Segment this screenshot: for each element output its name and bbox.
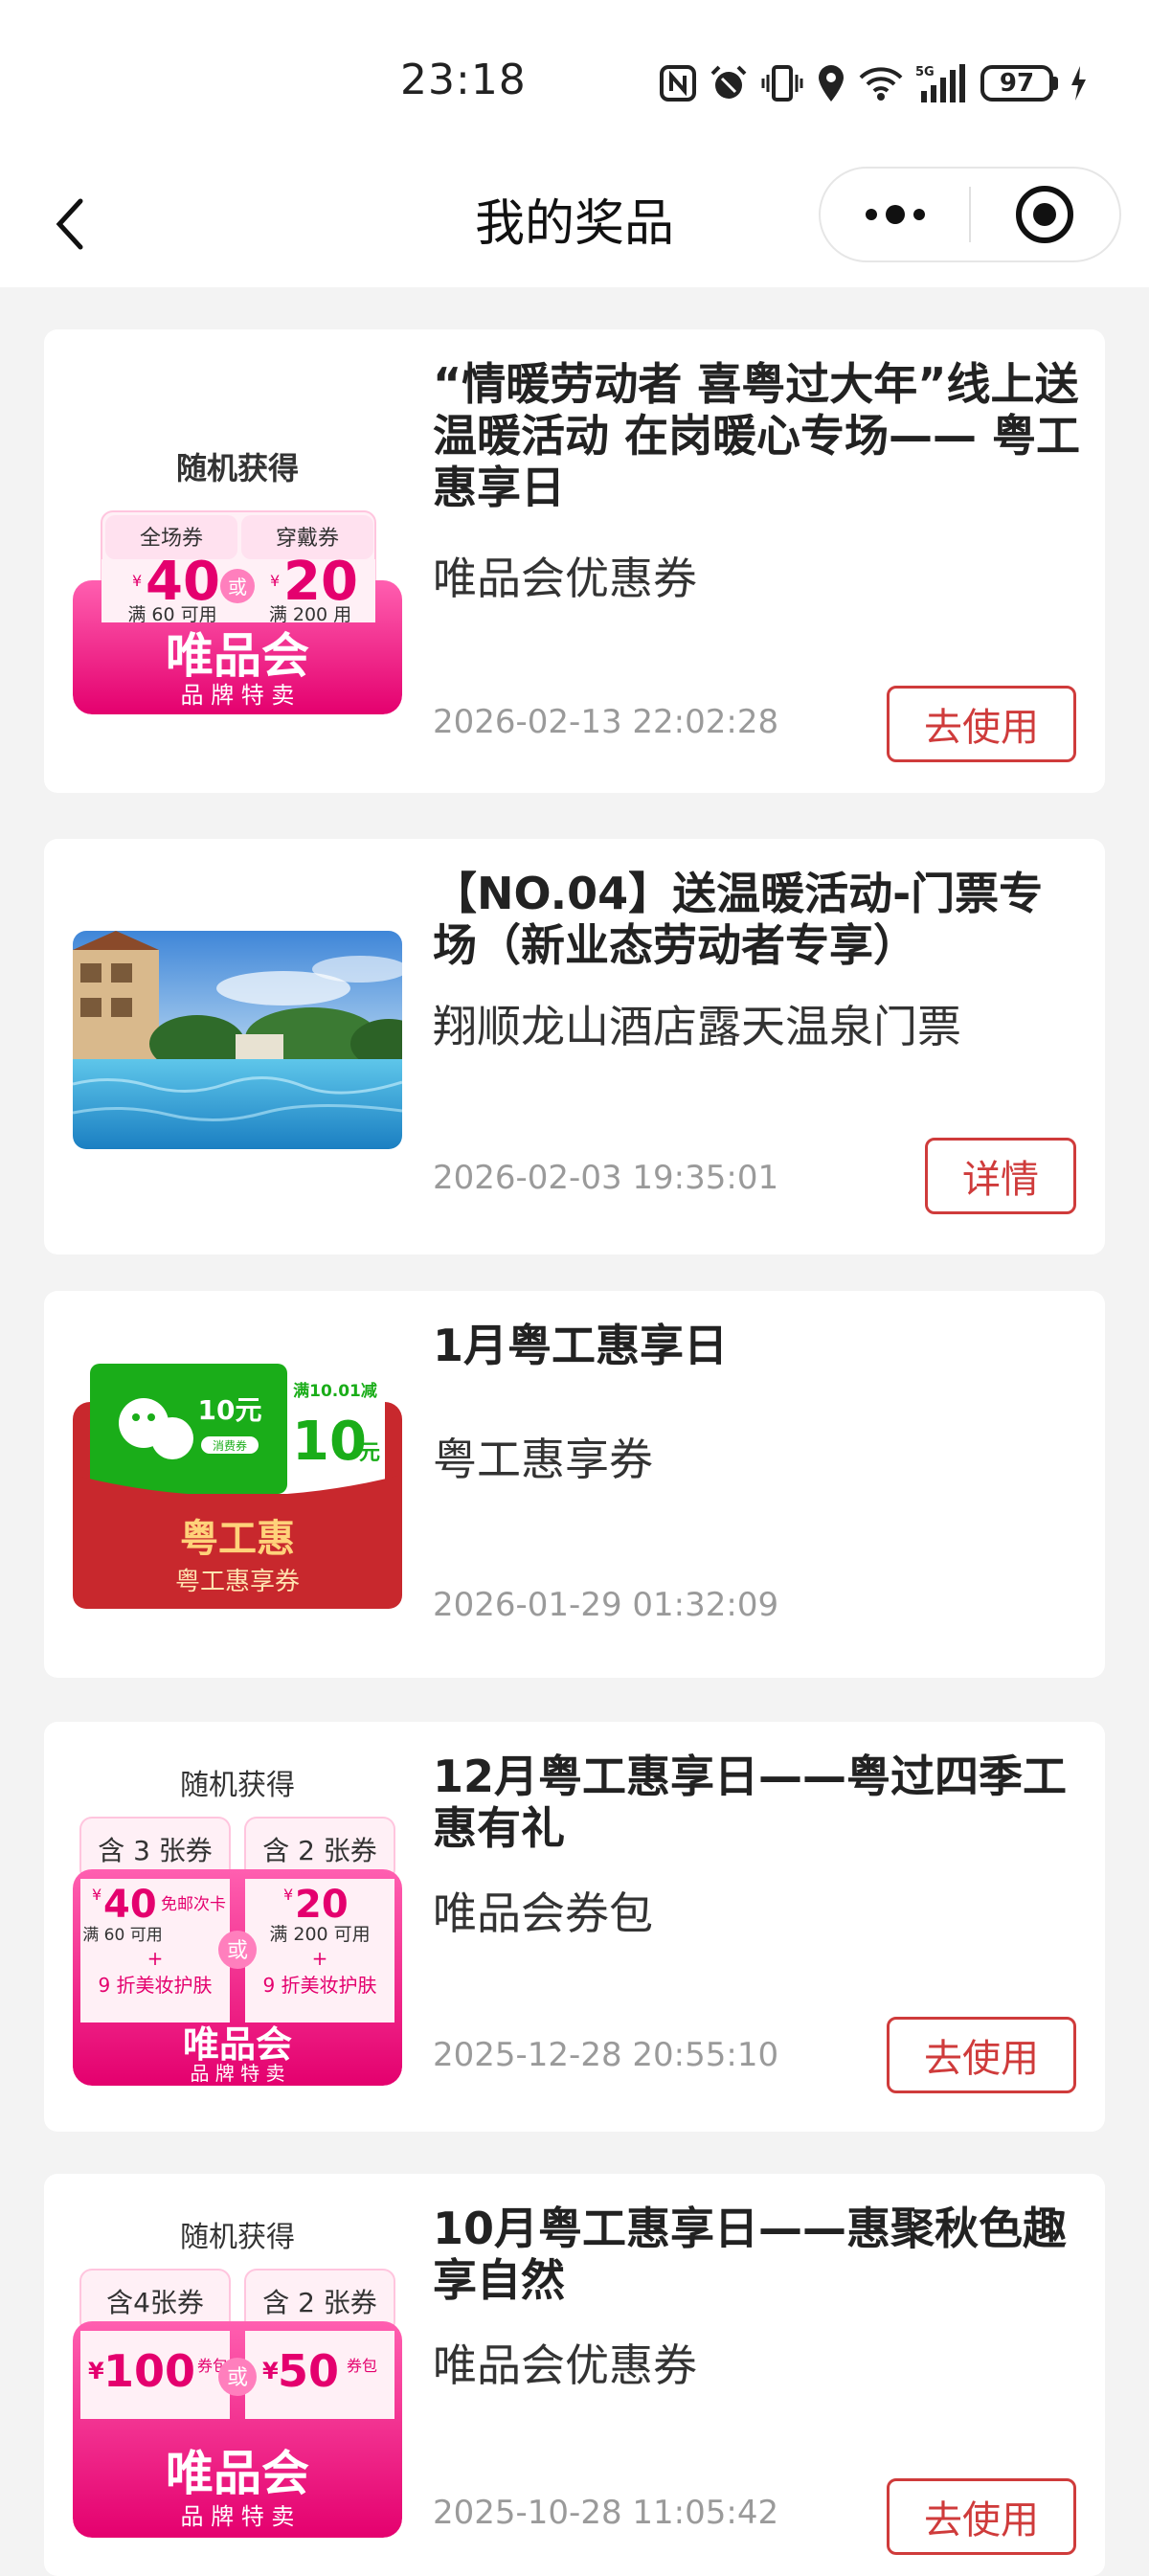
- thumb-brand: 粤工惠: [180, 1517, 295, 1561]
- thumb-cond-left: 满 60 可用: [127, 604, 216, 625]
- vip-coupon-graphic: 随机获得 全场券 穿戴券 ¥ 40 满 60 可用 或 ¥ 20 满 200 用…: [73, 450, 402, 714]
- prize-subtitle: 唯品会优惠券: [433, 2339, 697, 2391]
- status-bar: 23:18 5G 97: [0, 0, 1149, 163]
- thumb-currency-left: ¥: [92, 1886, 101, 1904]
- status-time: 23:18: [400, 56, 527, 104]
- prize-title: 1月粤工惠享日: [433, 1320, 729, 1371]
- prize-thumbnail-vip-pack: 随机获得 含 3 张券 含 2 张券 ¥ 40 免邮次卡 满 60 可用 + 9…: [73, 1756, 402, 2086]
- thumb-tab-left: 全场券: [140, 527, 203, 551]
- thumb-currency-right: ¥: [283, 1886, 293, 1904]
- thumb-cond-left: 满 60 可用: [82, 1926, 162, 1945]
- nav-bar: 我的奖品: [0, 163, 1149, 287]
- thumb-discount-left: 9 折美妆护肤: [98, 1974, 212, 1997]
- prize-card[interactable]: 随机获得 全场券 穿戴券 ¥ 40 满 60 可用 或 ¥ 20 满 200 用…: [44, 329, 1105, 793]
- thumb-brand: 唯品会: [166, 628, 309, 684]
- thumb-header: 随机获得: [180, 1769, 295, 1802]
- prize-thumbnail-ygh-voucher: 10元 消费券 满10.01减 10 元 粤工惠 粤工惠享券: [73, 1364, 402, 1609]
- thumb-right-amount: 10: [292, 1411, 367, 1473]
- use-button[interactable]: 去使用: [887, 686, 1076, 762]
- more-dots-icon: [865, 205, 925, 224]
- thumb-or: 或: [227, 1939, 248, 1963]
- thumb-amount-right: 20: [295, 1883, 349, 1927]
- prize-subtitle: 粤工惠享券: [433, 1434, 653, 1485]
- thumb-or: 或: [228, 576, 247, 599]
- status-icons: 5G 97: [659, 57, 1087, 109]
- thumb-tab-right: 含 2 张券: [262, 1835, 377, 1866]
- thumb-brand: 唯品会: [166, 2446, 309, 2501]
- prize-title: “情暖劳动者 喜粤过大年”线上送温暖活动 在岗暖心专场—— 粤工惠享日: [433, 358, 1081, 513]
- thumb-amount-right: 50: [278, 2345, 339, 2397]
- thumb-tab-right: 含 2 张券: [262, 2287, 377, 2318]
- vip-pack-graphic: 随机获得 含 3 张券 含 2 张券 ¥ 40 免邮次卡 满 60 可用 + 9…: [73, 1769, 402, 2086]
- prize-card[interactable]: 【NO.04】送温暖活动-门票专场（新业态劳动者专享） 翔顺龙山酒店露天温泉门票…: [44, 839, 1105, 1254]
- charging-icon: [1071, 66, 1086, 101]
- location-icon: [819, 65, 844, 102]
- hot-spring-photo: [73, 931, 402, 1149]
- prize-time: 2026-02-03 19:35:01: [433, 1159, 779, 1197]
- prize-time: 2025-10-28 11:05:42: [433, 2494, 779, 2532]
- prize-thumbnail-hot-spring: [73, 931, 402, 1149]
- thumb-currency-right: ¥: [262, 2358, 279, 2384]
- battery-icon: 97: [980, 65, 1058, 102]
- thumb-cond-right: 满 200 用: [269, 604, 351, 625]
- thumb-or: 或: [227, 2366, 248, 2390]
- nfc-icon: [660, 65, 696, 102]
- use-button[interactable]: 去使用: [887, 2478, 1076, 2555]
- thumb-amount-left: 40: [103, 1883, 157, 1927]
- prize-card[interactable]: 随机获得 含4张券 含 2 张券 ¥ 100 券包 或 ¥ 50 券包 唯品会 …: [44, 2174, 1105, 2576]
- thumb-brand-sub: 品 牌 特 卖: [181, 2503, 295, 2530]
- wifi-icon: [859, 67, 903, 101]
- prize-title: 【NO.04】送温暖活动-门票专场（新业态劳动者专享）: [433, 868, 1044, 971]
- thumb-left-tag: 消费券: [213, 1438, 247, 1453]
- prize-thumbnail-vip-coupon-pack: 随机获得 含4张券 含 2 张券 ¥ 100 券包 或 ¥ 50 券包 唯品会 …: [73, 2208, 402, 2538]
- thumb-amount-left: 100: [103, 2345, 195, 2397]
- thumb-brand: 唯品会: [183, 2023, 292, 2066]
- thumb-cond-right: 满 200 可用: [269, 1924, 370, 1945]
- thumb-currency-left: ¥: [132, 572, 142, 590]
- prize-card[interactable]: 随机获得 含 3 张券 含 2 张券 ¥ 40 免邮次卡 满 60 可用 + 9…: [44, 1722, 1105, 2132]
- thumb-header: 随机获得: [176, 450, 299, 486]
- thumb-plus-right: +: [312, 1947, 328, 1970]
- thumb-currency-right: ¥: [270, 572, 280, 590]
- thumb-tab-left: 含 3 张券: [98, 1835, 213, 1866]
- prize-subtitle: 翔顺龙山酒店露天温泉门票: [433, 1001, 961, 1052]
- thumb-pack-right: 券包: [347, 2357, 377, 2375]
- vibrate-icon: [761, 65, 803, 102]
- more-button[interactable]: [821, 167, 969, 262]
- prize-card[interactable]: 10元 消费券 满10.01减 10 元 粤工惠 粤工惠享券 1月粤工惠享日 粤…: [44, 1291, 1105, 1678]
- thumb-brand-sub: 品 牌 特 卖: [190, 2062, 284, 2085]
- use-button[interactable]: 去使用: [887, 2017, 1076, 2093]
- prize-time: 2026-01-29 01:32:09: [433, 1586, 779, 1624]
- thumb-right-cond: 满10.01减: [293, 1381, 377, 1401]
- thumb-tab-left: 含4张券: [106, 2287, 204, 2318]
- thumb-tab-right: 穿戴券: [276, 527, 339, 551]
- thumb-right-unit: 元: [359, 1441, 380, 1465]
- thumb-brand-sub: 粤工惠享券: [175, 1568, 300, 1596]
- detail-button[interactable]: 详情: [925, 1138, 1076, 1214]
- prize-time: 2025-12-28 20:55:10: [433, 2036, 779, 2074]
- thumb-extra-left: 免邮次卡: [161, 1895, 226, 1914]
- target-circle-icon: [1016, 186, 1074, 243]
- svg-text:5G: 5G: [915, 65, 935, 79]
- ygh-voucher-graphic: 10元 消费券 满10.01减 10 元 粤工惠 粤工惠享券: [73, 1364, 402, 1609]
- prize-title: 10月粤工惠享日——惠聚秋色趣享自然: [433, 2203, 1068, 2306]
- signal-icon: 5G: [915, 64, 965, 102]
- battery-level: 97: [980, 65, 1053, 102]
- prize-subtitle: 唯品会优惠券: [433, 553, 697, 604]
- close-button[interactable]: [971, 167, 1119, 262]
- thumb-currency-left: ¥: [88, 2358, 104, 2384]
- prize-subtitle: 唯品会券包: [433, 1887, 653, 1939]
- thumb-header: 随机获得: [180, 2221, 295, 2254]
- alarm-icon: [710, 65, 747, 99]
- prize-time: 2026-02-13 22:02:28: [433, 703, 779, 741]
- thumb-plus-left: +: [147, 1947, 164, 1970]
- vip-coupon-pack-graphic: 随机获得 含4张券 含 2 张券 ¥ 100 券包 或 ¥ 50 券包 唯品会 …: [73, 2221, 402, 2538]
- thumb-discount-right: 9 折美妆护肤: [262, 1974, 376, 1997]
- thumb-left-amount: 10元: [198, 1394, 262, 1426]
- thumb-brand-sub: 品 牌 特 卖: [181, 682, 295, 709]
- prize-title: 12月粤工惠享日——粤过四季工惠有礼: [433, 1751, 1068, 1854]
- prize-thumbnail-vip-coupon: 随机获得 全场券 穿戴券 ¥ 40 满 60 可用 或 ¥ 20 满 200 用…: [73, 404, 402, 714]
- mini-program-capsule: [819, 167, 1121, 262]
